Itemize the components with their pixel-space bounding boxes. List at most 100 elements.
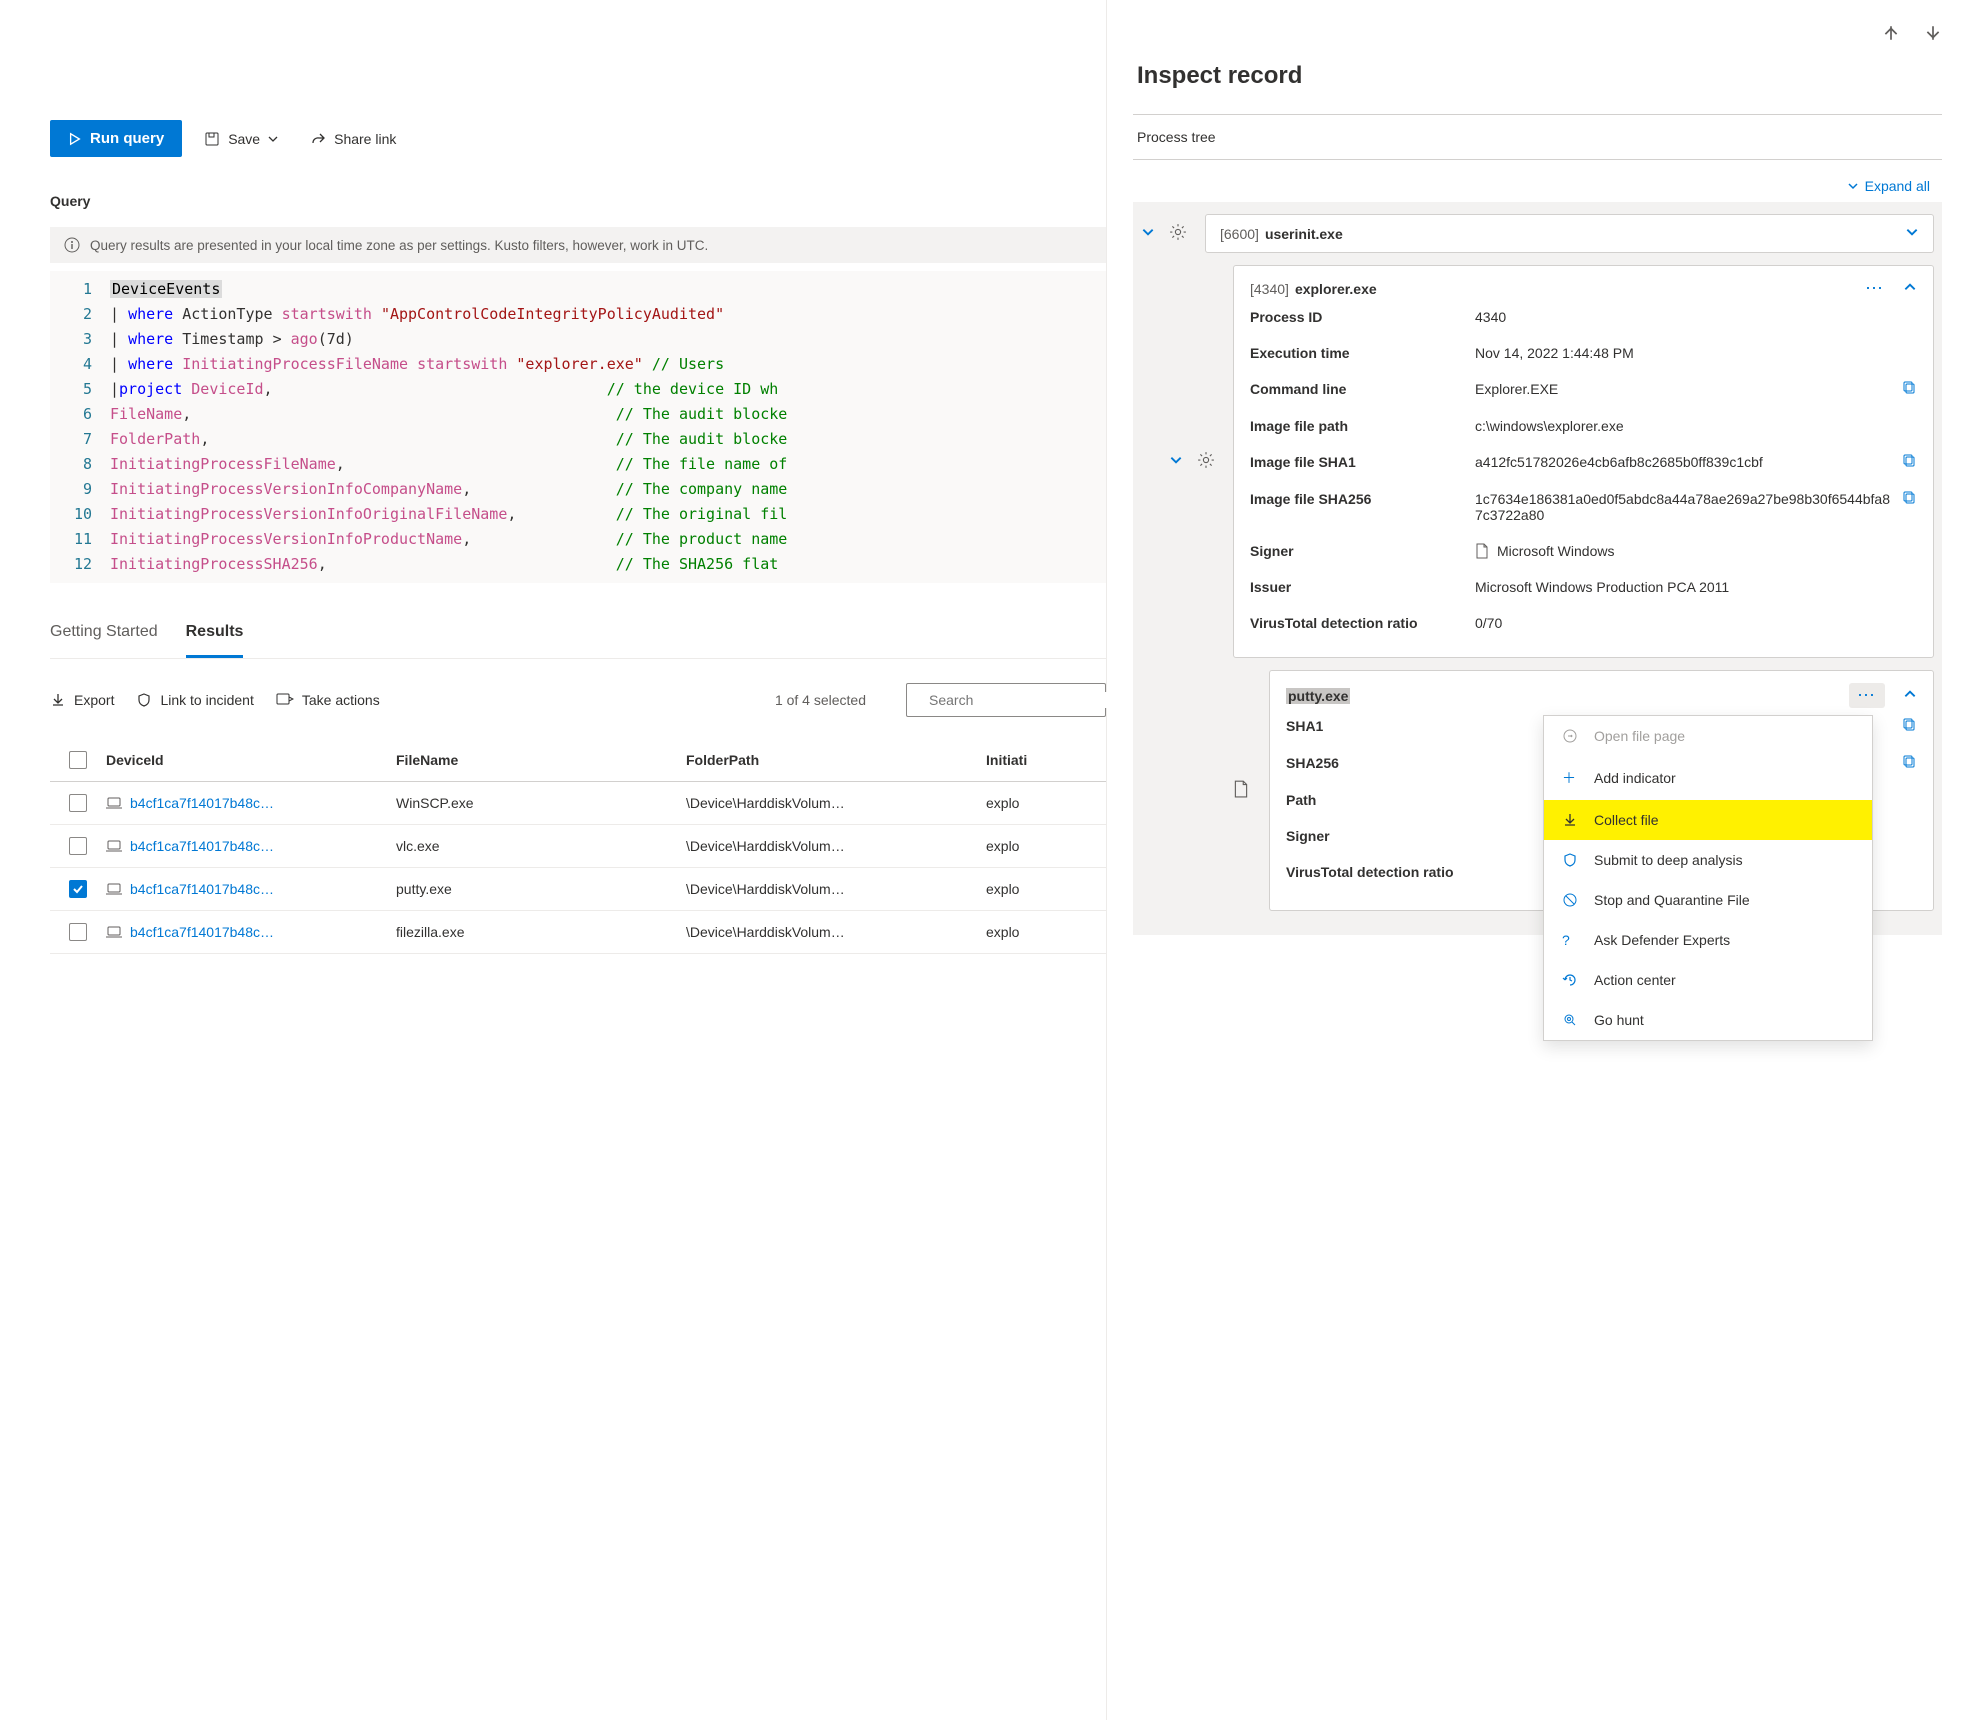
menu-stop-quarantine[interactable]: Stop and Quarantine File <box>1544 880 1872 920</box>
copy-icon[interactable] <box>1903 755 1917 772</box>
prev-record-icon[interactable] <box>1882 24 1900 42</box>
initiating-cell: explo <box>986 795 1106 811</box>
gear-icon <box>1197 451 1227 472</box>
col-deviceid[interactable]: DeviceId <box>106 752 396 768</box>
menu-go-hunt[interactable]: Go hunt <box>1544 1000 1872 1040</box>
next-record-icon[interactable] <box>1924 24 1942 42</box>
take-actions-button[interactable]: Take actions <box>276 692 380 708</box>
device-link[interactable]: b4cf1ca7f14017b48c… <box>106 838 274 854</box>
copy-icon[interactable] <box>1903 454 1917 471</box>
laptop-icon <box>106 797 122 809</box>
folderpath-cell: \Device\HarddiskVolum… <box>686 795 986 811</box>
initiating-cell: explo <box>986 881 1106 897</box>
run-query-button[interactable]: Run query <box>50 120 182 157</box>
plus-icon: ＋ <box>1562 768 1580 788</box>
copy-icon[interactable] <box>1903 381 1917 398</box>
chevron-down-icon <box>268 134 278 144</box>
tab-results[interactable]: Results <box>186 611 244 658</box>
table-row[interactable]: b4cf1ca7f14017b48c…filezilla.exe\Device\… <box>50 911 1106 954</box>
chevron-down-icon <box>1847 180 1859 192</box>
filename-cell: filezilla.exe <box>396 924 686 940</box>
copy-icon[interactable] <box>1903 491 1917 508</box>
tab-getting-started[interactable]: Getting Started <box>50 611 158 658</box>
chevron-up-icon[interactable] <box>1903 687 1917 704</box>
tree-node-putty[interactable]: putty.exe ⋯ SHA1 SHA256 Path Signer Viru… <box>1269 670 1934 911</box>
row-checkbox[interactable] <box>69 837 87 855</box>
menu-open-file[interactable]: Open file page <box>1544 716 1872 756</box>
device-link[interactable]: b4cf1ca7f14017b48c… <box>106 924 274 940</box>
run-query-label: Run query <box>90 130 164 147</box>
caret-userinit[interactable] <box>1141 225 1163 242</box>
filename-cell: vlc.exe <box>396 838 686 854</box>
results-table: DeviceId FileName FolderPath Initiati b4… <box>50 739 1106 954</box>
row-checkbox[interactable] <box>69 794 87 812</box>
export-button[interactable]: Export <box>50 692 114 708</box>
folderpath-cell: \Device\HarddiskVolum… <box>686 838 986 854</box>
download-icon <box>1562 812 1580 828</box>
table-row[interactable]: b4cf1ca7f14017b48c… vlc.exe\Device\Harddi… <box>50 825 1106 868</box>
selection-count: 1 of 4 selected <box>775 692 866 708</box>
file-icon <box>1475 543 1489 559</box>
share-link-button[interactable]: Share link <box>300 123 406 155</box>
save-label: Save <box>228 131 260 147</box>
take-actions-label: Take actions <box>302 692 380 708</box>
panel-title: Inspect record <box>1133 62 1942 114</box>
process-tree: [6600] userinit.exe [4340] explorer.exe … <box>1133 202 1942 935</box>
col-folderpath[interactable]: FolderPath <box>686 752 986 768</box>
row-checkbox[interactable] <box>69 880 87 898</box>
save-button[interactable]: Save <box>194 123 288 155</box>
menu-add-indicator[interactable]: ＋Add indicator <box>1544 756 1872 800</box>
actions-icon <box>276 693 294 707</box>
menu-ask-experts[interactable]: ?Ask Defender Experts <box>1544 920 1872 960</box>
menu-collect-file[interactable]: Collect file <box>1544 800 1872 840</box>
more-actions-icon[interactable]: ⋯ <box>1849 683 1885 708</box>
block-icon <box>1562 892 1580 908</box>
shield-icon <box>1562 852 1580 868</box>
menu-deep-analysis[interactable]: Submit to deep analysis <box>1544 840 1872 880</box>
expand-all-button[interactable]: Expand all <box>1847 178 1930 194</box>
virustotal-link[interactable]: 0/70 <box>1475 615 1917 631</box>
tree-node-userinit[interactable]: [6600] userinit.exe <box>1205 214 1934 253</box>
share-icon <box>310 131 326 147</box>
chevron-down-icon[interactable] <box>1905 225 1919 242</box>
file-icon <box>1233 780 1263 801</box>
device-link[interactable]: b4cf1ca7f14017b48c… <box>106 795 274 811</box>
caret-explorer[interactable] <box>1169 453 1191 470</box>
folderpath-cell: \Device\HarddiskVolum… <box>686 881 986 897</box>
save-icon <box>204 131 220 147</box>
hunt-icon <box>1562 1012 1580 1028</box>
search-input[interactable] <box>906 683 1106 717</box>
expand-all-row: Expand all <box>1133 160 1942 202</box>
play-icon <box>68 132 82 146</box>
question-icon: ? <box>1562 932 1580 948</box>
link-to-incident-button[interactable]: Link to incident <box>136 692 253 708</box>
query-heading: Query <box>50 193 1106 209</box>
query-editor[interactable]: 1DeviceEvents 2| where ActionType starts… <box>50 271 1106 583</box>
export-label: Export <box>74 692 114 708</box>
info-bar: Query results are presented in your loca… <box>50 227 1106 263</box>
chevron-up-icon[interactable] <box>1903 280 1917 297</box>
device-link[interactable]: b4cf1ca7f14017b48c… <box>106 881 274 897</box>
table-row[interactable]: b4cf1ca7f14017b48c…putty.exe\Device\Hard… <box>50 868 1106 911</box>
history-icon <box>1562 972 1580 988</box>
context-menu: Open file page ＋Add indicator Collect fi… <box>1543 715 1873 1041</box>
initiating-cell: explo <box>986 924 1106 940</box>
process-tree-header[interactable]: Process tree <box>1133 114 1942 160</box>
more-actions-icon[interactable]: ⋯ <box>1865 278 1885 299</box>
copy-icon[interactable] <box>1903 718 1917 735</box>
open-icon <box>1562 728 1580 744</box>
process-tree-label: Process tree <box>1137 129 1216 145</box>
col-filename[interactable]: FileName <box>396 752 686 768</box>
row-checkbox[interactable] <box>69 923 87 941</box>
menu-action-center[interactable]: Action center <box>1544 960 1872 1000</box>
select-all-checkbox[interactable] <box>69 751 87 769</box>
info-bar-text: Query results are presented in your loca… <box>90 238 708 253</box>
laptop-icon <box>106 883 122 895</box>
col-initiating[interactable]: Initiati <box>986 752 1106 768</box>
filename-cell: WinSCP.exe <box>396 795 686 811</box>
laptop-icon <box>106 926 122 938</box>
table-row[interactable]: b4cf1ca7f14017b48c… WinSCP.exe\Device\Har… <box>50 782 1106 825</box>
gear-icon <box>1169 223 1199 244</box>
tree-node-explorer[interactable]: [4340] explorer.exe ⋯ Process ID4340 Exe… <box>1233 265 1934 658</box>
search-field[interactable] <box>929 692 1110 708</box>
